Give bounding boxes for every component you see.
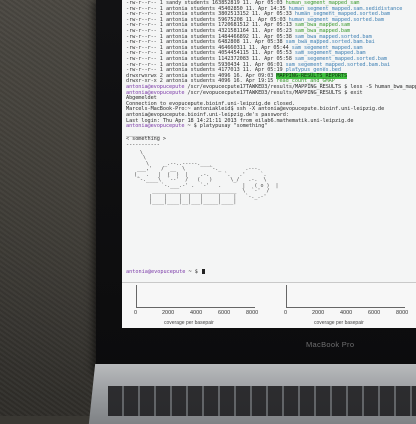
command-line: antonia@evopucepute ~ $ platypusay "some… bbox=[126, 123, 268, 130]
terminal-window[interactable]: -rw-r--r-- 1 sandy students 163852819 11. … bbox=[122, 0, 416, 282]
speech-bubble-bottom: ----------- bbox=[126, 142, 160, 148]
right-plot-xlabel: coverage per basepair bbox=[314, 320, 364, 326]
command-text: ~ $ bbox=[185, 269, 201, 275]
x-tick-label: 6000 bbox=[218, 310, 231, 316]
x-tick-label: 8000 bbox=[396, 310, 409, 316]
x-tick-label: 4000 bbox=[190, 310, 203, 316]
x-tick-label: 2000 bbox=[312, 310, 325, 316]
active-prompt-line[interactable]: antonia@evopucepute ~ $ bbox=[126, 269, 205, 275]
shell-prompt: antonia@evopucepute bbox=[126, 269, 186, 275]
x-tick-label: 0 bbox=[284, 310, 288, 316]
shell-prompt: antonia@evopucepute bbox=[126, 123, 185, 130]
laptop-screen: -rw-r--r-- 1 sandy students 163852819 11. … bbox=[122, 0, 416, 328]
plot-window: 0 2000 4000 6000 8000 0 2000 4000 6000 8000 cove… bbox=[122, 282, 416, 328]
command-line: antonia@evopucepute /scr/evopucecpute17T… bbox=[126, 89, 363, 97]
platypus-ascii-art: \ \ \ _.--..-----.____ ___,' / __ \ `-._… bbox=[128, 149, 388, 261]
x-tick-label: 8000 bbox=[246, 310, 259, 316]
command-text: ~ $ platypusay "something" bbox=[184, 123, 268, 130]
command-text: /scr/evopucecpute17TAWKED3/results/MAPPI… bbox=[184, 89, 363, 96]
x-tick-label: 2000 bbox=[162, 310, 175, 316]
x-tick-label: 6000 bbox=[368, 310, 381, 316]
ascii-art-text: \ \ \ _.--..-----.____ ___,' / __ \ `-._… bbox=[134, 149, 279, 206]
laptop-brand-label: MacBook Pro bbox=[306, 340, 355, 349]
text-cursor bbox=[201, 269, 205, 274]
right-plot-axes bbox=[286, 285, 405, 308]
keyboard bbox=[108, 386, 416, 416]
x-tick-label: 0 bbox=[134, 310, 138, 316]
left-plot-axes bbox=[136, 285, 255, 308]
x-tick-label: 4000 bbox=[340, 310, 353, 316]
left-plot-xlabel: coverage per basepair bbox=[164, 320, 214, 326]
